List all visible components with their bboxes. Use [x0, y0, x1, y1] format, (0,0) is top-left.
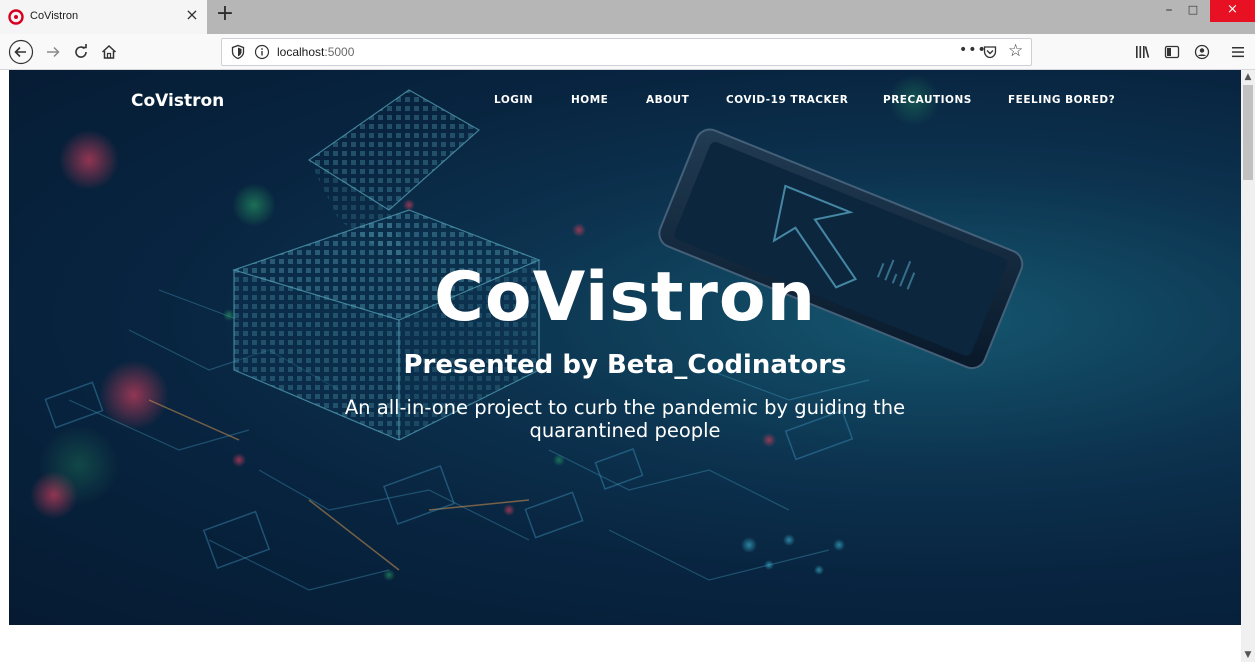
bookmark-star-icon[interactable]: ☆ [1008, 42, 1023, 60]
browser-toolbar: localhost:5000 ••• ☆ [0, 34, 1255, 70]
nav-precautions-link[interactable]: PRECAUTIONS [883, 94, 972, 106]
hero-title: CoVistron [433, 258, 816, 337]
hero-section: CoVistron LOGIN HOME ABOUT COVID-19 TRAC… [9, 70, 1241, 625]
nav-about-link[interactable]: ABOUT [646, 94, 689, 106]
nav-login-link[interactable]: LOGIN [494, 94, 533, 106]
sidebar-icon[interactable] [1164, 44, 1180, 60]
favicon-icon [8, 9, 24, 25]
nav-home-link[interactable]: HOME [571, 94, 608, 106]
scroll-down-icon[interactable]: ▼ [1241, 648, 1255, 662]
tab-title: CoVistron [30, 10, 79, 22]
new-tab-icon[interactable]: + [214, 3, 236, 25]
pocket-icon[interactable] [982, 44, 998, 60]
scroll-up-icon[interactable]: ▲ [1241, 70, 1255, 84]
forward-icon [47, 46, 60, 58]
account-icon[interactable] [1194, 44, 1210, 60]
nav-feeling-bored-link[interactable]: FEELING BORED? [1008, 94, 1115, 106]
page-scrollbar[interactable]: ▲ ▼ [1241, 70, 1255, 662]
url-bar[interactable]: localhost:5000 ••• ☆ [221, 38, 1032, 66]
window-maximize-icon[interactable]: □ [1178, 0, 1208, 22]
forward-button[interactable] [40, 39, 66, 65]
reload-icon [75, 44, 87, 58]
back-icon [8, 39, 34, 65]
hero-overlay [9, 70, 1241, 625]
hero-description: An all-in-one project to curb the pandem… [344, 396, 906, 442]
url-port: :5000 [324, 45, 355, 59]
page-content: CoVistron LOGIN HOME ABOUT COVID-19 TRAC… [0, 70, 1241, 662]
hero-subtitle: Presented by Beta_Codinators [403, 350, 847, 380]
window-close-icon[interactable]: × [1210, 0, 1255, 22]
url-text[interactable]: localhost:5000 [277, 45, 354, 59]
library-icon[interactable] [1134, 44, 1150, 60]
back-button[interactable] [8, 39, 34, 65]
tab-covistron[interactable]: CoVistron × [0, 0, 207, 34]
site-brand-link[interactable]: CoVistron [131, 91, 224, 111]
tab-close-icon[interactable]: × [184, 6, 200, 24]
scroll-thumb[interactable] [1243, 85, 1253, 180]
reload-button[interactable] [68, 39, 94, 65]
home-icon [101, 44, 117, 59]
tab-strip: CoVistron × + – □ × [0, 0, 1255, 34]
nav-covid-tracker-link[interactable]: COVID-19 TRACKER [726, 94, 848, 106]
menu-icon[interactable] [1230, 44, 1246, 60]
info-icon[interactable] [254, 44, 270, 60]
home-button[interactable] [96, 39, 122, 65]
url-host: localhost [277, 45, 325, 59]
shield-icon[interactable] [230, 44, 246, 60]
